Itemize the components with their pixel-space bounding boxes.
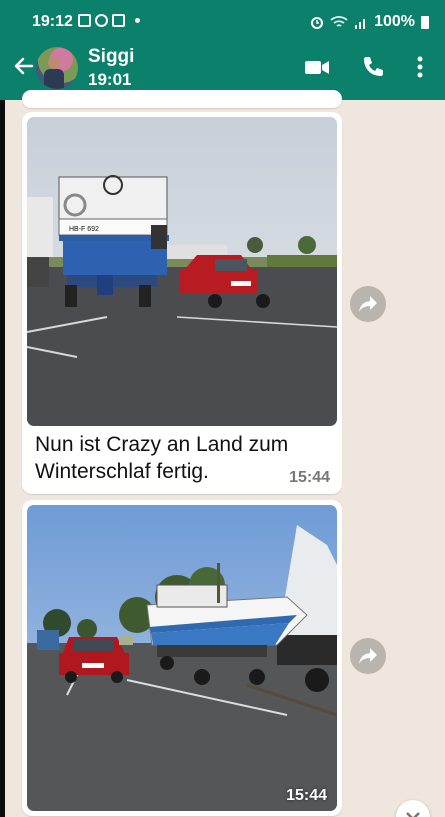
wifi-icon [330, 16, 348, 27]
gallery-notification-icon [78, 14, 91, 27]
notification-icons [78, 14, 140, 27]
boat-registration: HB-F 692 [69, 226, 99, 233]
calendar-notification-icon [112, 14, 125, 27]
boat-image: HB-F 692 [27, 117, 337, 426]
forward-icon [359, 296, 377, 312]
scroll-down-icon [406, 812, 420, 817]
forward-button[interactable] [350, 286, 386, 322]
image-message-bubble[interactable]: HB-F 692 Nun ist Crazy an Land zum Winte… [22, 112, 342, 494]
previous-message-bubble[interactable] [22, 90, 342, 108]
battery-text: 100% [374, 13, 415, 30]
message-time: 15:44 [289, 469, 330, 486]
boat-photo[interactable]: 15:44 [27, 505, 337, 811]
more-notifications-icon [135, 18, 140, 23]
video-call-icon[interactable] [304, 54, 330, 80]
status-bar: 19:12 100% [0, 0, 445, 38]
scroll-down-button[interactable] [396, 800, 430, 817]
more-vert-icon[interactable] [407, 54, 433, 80]
chat-header: 19:12 100% Siggi 19:01 [0, 0, 445, 100]
forward-icon [359, 648, 377, 664]
contact-last-seen: 19:01 [88, 70, 132, 89]
battery-icon [421, 15, 429, 29]
alarm-icon [311, 17, 324, 29]
browser-notification-icon [95, 14, 108, 27]
chat-area[interactable]: HB-F 692 Nun ist Crazy an Land zum Winte… [0, 90, 445, 817]
boat-image [27, 505, 337, 811]
back-arrow-icon[interactable] [12, 54, 36, 78]
contact-avatar[interactable] [36, 47, 78, 89]
contact-name[interactable]: Siggi [88, 46, 134, 68]
system-icons: 100% [310, 13, 429, 31]
phone-call-icon[interactable] [360, 54, 386, 80]
boat-photo[interactable]: HB-F 692 [27, 117, 337, 426]
forward-button[interactable] [350, 638, 386, 674]
signal-icon [355, 19, 366, 29]
status-time: 19:12 [32, 13, 73, 30]
message-time: 15:44 [286, 787, 327, 804]
image-message-bubble[interactable]: 15:44 [22, 500, 342, 816]
phone-screen: 19:12 100% Siggi 19:01 HB-F 692 Nun ist … [0, 0, 445, 817]
message-caption: Nun ist Crazy an Land zum Winterschlaf f… [35, 433, 289, 483]
